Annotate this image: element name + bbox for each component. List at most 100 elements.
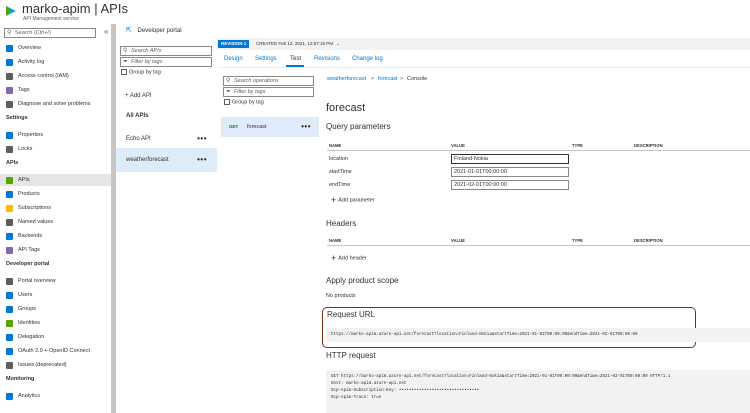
wrench-icon xyxy=(6,100,13,108)
sidebar-item-groups[interactable]: Groups xyxy=(0,303,111,315)
tab-change-log[interactable]: Change log xyxy=(352,56,383,62)
sidebar-item-label: Overview xyxy=(18,45,41,51)
breadcrumb-operation[interactable]: forecast xyxy=(378,76,398,82)
product-scope-value[interactable]: No products xyxy=(326,293,356,299)
param-value-input[interactable]: 2021-02-01T00:00:00 xyxy=(451,180,569,190)
plus-icon: + xyxy=(331,253,337,263)
column-type: TYPE xyxy=(572,143,583,148)
tag-icon xyxy=(6,86,13,94)
param-value-input[interactable]: 2021-01-01T00:00:00 xyxy=(451,167,569,177)
sidebar-item-oauth-2-0-openid-connect[interactable]: OAuth 2.0 + OpenID Connect xyxy=(0,345,111,357)
request-url-value: https://marko-apim.azure-api.net/forecas… xyxy=(326,328,750,342)
add-parameter-button[interactable]: + Add parameter xyxy=(331,195,375,205)
operation-title: forecast xyxy=(326,102,366,114)
sidebar-item-label: Tags xyxy=(18,87,30,93)
group-icon xyxy=(6,305,13,313)
sidebar-item-properties[interactable]: Properties xyxy=(0,129,111,141)
collapse-menu-icon[interactable]: « xyxy=(104,27,108,36)
apis-panel: ⚲ Search APIs ⏷ Filter by tags Group by … xyxy=(116,24,217,413)
http-request-line: Ocp-Apim-Trace: true xyxy=(331,396,382,400)
page-subtitle: API Management service xyxy=(23,16,79,22)
sidebar-item-backends[interactable]: Backends xyxy=(0,230,111,242)
api-tag-filter-input[interactable]: ⏷ Filter by tags xyxy=(120,57,212,67)
sidebar-item-activity-log[interactable]: Activity log xyxy=(0,56,111,68)
operation-item-forecast[interactable]: GET forecast ••• xyxy=(221,117,319,137)
api-group-by-tag[interactable]: Group by tag xyxy=(121,69,161,75)
tab-revisions[interactable]: Revisions xyxy=(314,56,340,62)
column-name: NAME xyxy=(329,238,342,243)
sidebar-item-label: Backends xyxy=(18,233,43,239)
sidebar-item-named-values[interactable]: Named values xyxy=(0,216,111,228)
checkbox-icon[interactable] xyxy=(121,69,127,75)
section-settings-header: Settings xyxy=(6,115,28,121)
portal-icon xyxy=(6,277,13,285)
sidebar-item-label: Groups xyxy=(18,306,37,312)
sidebar-item-locks[interactable]: Locks xyxy=(0,143,111,155)
sidebar-item-api-tags[interactable]: API Tags xyxy=(0,244,111,256)
breadcrumb-api[interactable]: weatherforecast xyxy=(327,76,366,82)
sidebar-item-apis[interactable]: APIs xyxy=(0,174,111,186)
sidebar-item-issues-deprecated[interactable]: Issues (deprecated) xyxy=(0,359,111,371)
sidebar-item-label: Subscriptions xyxy=(18,205,52,211)
sidebar-item-delegation[interactable]: Delegation xyxy=(0,331,111,343)
operation-group-by-tag[interactable]: Group by tag xyxy=(224,99,264,105)
http-method-badge: GET xyxy=(229,124,239,129)
http-request-title: HTTP request xyxy=(326,351,376,360)
add-header-button[interactable]: + Add header xyxy=(331,253,367,263)
filter-icon: ⏷ xyxy=(226,89,231,95)
named-values-icon xyxy=(6,218,13,226)
tag-icon xyxy=(6,246,13,254)
page-title: marko-apim | APIs xyxy=(22,1,128,16)
tab-settings[interactable]: Settings xyxy=(255,56,277,62)
http-request-line: Ocp-Apim-Subscription-Key: •••••••••••••… xyxy=(331,389,480,393)
sidebar-item-label: Activity log xyxy=(18,59,45,65)
lock-icon xyxy=(6,145,13,153)
add-api-button[interactable]: + Add API xyxy=(125,93,152,99)
tab-test[interactable]: Test xyxy=(290,56,301,62)
sidebar-item-label: Portal overview xyxy=(18,278,56,284)
sidebar-item-label: OAuth 2.0 + OpenID Connect xyxy=(18,348,91,354)
resource-search-placeholder: Search (Ctrl+/) xyxy=(15,30,51,36)
identity-icon xyxy=(6,319,13,327)
table-header-divider xyxy=(327,245,750,246)
table-header-divider xyxy=(327,150,750,151)
section-developer-portal-header: Developer portal xyxy=(6,261,50,267)
api-item-weatherforecast[interactable]: weatherforecast ••• xyxy=(116,148,217,172)
sidebar-item-diagnose-and-solve-problems[interactable]: Diagnose and solve problems xyxy=(0,98,111,110)
sidebar-item-identities[interactable]: Identities xyxy=(0,317,111,329)
sidebar-item-access-control-iam[interactable]: Access control (IAM) xyxy=(0,70,111,82)
resource-search-input[interactable]: ⚲ Search (Ctrl+/) xyxy=(4,28,96,38)
filter-icon: ⏷ xyxy=(123,59,128,65)
section-monitoring-header: Monitoring xyxy=(6,376,35,382)
sidebar-item-tags[interactable]: Tags xyxy=(0,84,111,96)
chevron-down-icon: ⌄ xyxy=(336,41,341,46)
http-request-line: GET https://marko-apim.azure-api.net/for… xyxy=(331,375,671,379)
http-request-line: Host: marko-apim.azure-api.net xyxy=(331,382,407,386)
tab-design[interactable]: Design xyxy=(224,56,243,62)
api-search-input[interactable]: ⚲ Search APIs xyxy=(120,46,212,56)
operation-search-input[interactable]: ⚲ Search operations xyxy=(223,76,314,86)
section-apis-header: APIs xyxy=(6,160,19,166)
more-options-icon[interactable]: ••• xyxy=(197,148,207,172)
tab-divider xyxy=(219,67,750,68)
search-icon: ⚲ xyxy=(123,48,128,54)
param-value-input[interactable]: Finland-Nokia xyxy=(451,154,569,164)
sidebar-item-analytics[interactable]: Analytics xyxy=(0,390,111,402)
checkbox-icon[interactable] xyxy=(224,99,230,105)
more-options-icon[interactable]: ••• xyxy=(301,117,311,137)
breadcrumb-separator: > xyxy=(371,76,375,82)
sidebar-item-label: Access control (IAM) xyxy=(18,73,69,79)
group-by-tag-label: Group by tag xyxy=(232,99,264,106)
sidebar-item-subscriptions[interactable]: Subscriptions xyxy=(0,202,111,214)
sidebar-item-overview[interactable]: Overview xyxy=(0,42,111,54)
sidebar-item-products[interactable]: Products xyxy=(0,188,111,200)
operation-tag-filter-input[interactable]: ⏷ Filter by tags xyxy=(223,87,314,97)
sidebar-item-label: Identities xyxy=(18,320,41,326)
sidebar-item-portal-overview[interactable]: Portal overview xyxy=(0,275,111,287)
key-icon xyxy=(6,204,13,212)
search-icon: ⚲ xyxy=(226,78,231,84)
add-header-label: Add header xyxy=(338,255,367,262)
analytics-icon xyxy=(6,392,13,400)
activity-log-icon xyxy=(6,58,13,66)
sidebar-item-users[interactable]: Users xyxy=(0,289,111,301)
